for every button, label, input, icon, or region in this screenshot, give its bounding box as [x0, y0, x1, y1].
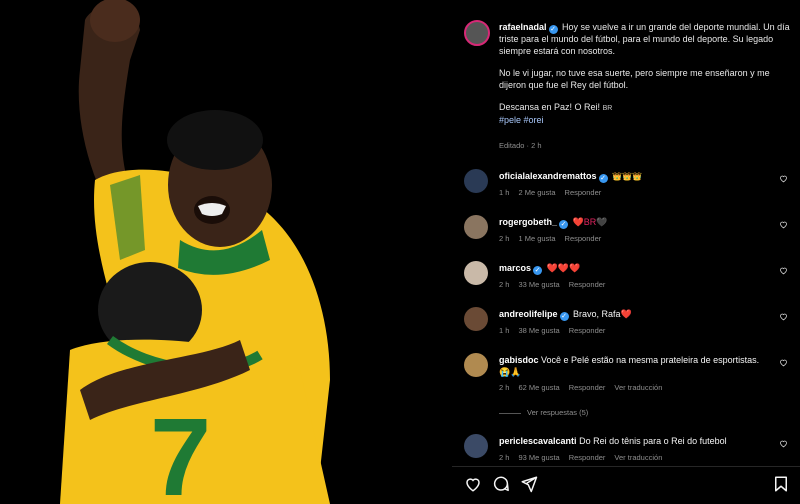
- comment-likes[interactable]: 38 Me gusta: [518, 326, 559, 335]
- commenter-avatar[interactable]: [464, 434, 488, 458]
- commenter-username[interactable]: oficialalexandremattos: [499, 171, 597, 181]
- reply-button[interactable]: Responder: [569, 280, 606, 289]
- reply-button[interactable]: Responder: [565, 234, 602, 243]
- post-photo: 7: [0, 0, 452, 504]
- commenter-username[interactable]: marcos: [499, 263, 531, 273]
- heart-outline-icon[interactable]: [779, 220, 788, 229]
- comment-icon[interactable]: [492, 475, 510, 493]
- verified-badge-icon: ✓: [598, 174, 608, 183]
- comment-time: 2 h: [499, 453, 510, 462]
- commenter-avatar[interactable]: [464, 169, 488, 193]
- share-icon[interactable]: [520, 475, 538, 493]
- comment-text: 👑👑👑: [612, 172, 642, 181]
- reply-button[interactable]: Responder: [569, 453, 606, 462]
- heart-outline-icon[interactable]: [779, 358, 788, 367]
- translate-button[interactable]: Ver traducción: [614, 383, 662, 392]
- caption-paragraph-2: No le vi jugar, no tuve esa suerte, pero…: [499, 68, 770, 90]
- comment-text: Você e Pelé estão na mesma prateleira de…: [499, 355, 760, 377]
- view-replies-link[interactable]: Ver respuestas (5): [499, 408, 588, 417]
- comment-likes[interactable]: 2 Me gusta: [518, 188, 555, 197]
- comment-time: 2 h: [499, 280, 510, 289]
- verified-badge-icon: ✓: [548, 25, 558, 34]
- reply-button[interactable]: Responder: [565, 188, 602, 197]
- comment-text: Do Rei do tênis para o Rei do futebol: [579, 436, 727, 446]
- brazil-flag-icon: BR: [602, 105, 613, 112]
- reply-button[interactable]: Responder: [569, 383, 606, 392]
- commenter-avatar[interactable]: [464, 307, 488, 331]
- comment-likes[interactable]: 1 Me gusta: [518, 234, 555, 243]
- comment-text: Bravo, Rafa❤️: [573, 309, 632, 319]
- edited-timestamp: Editado · 2 h: [499, 141, 542, 150]
- author-avatar[interactable]: [464, 20, 490, 46]
- post-image: 7: [0, 0, 452, 504]
- comment-time: 1 h: [499, 326, 510, 335]
- heart-outline-icon[interactable]: [779, 174, 788, 183]
- replies-divider: [499, 412, 521, 414]
- hashtags[interactable]: #pele #orei: [499, 115, 544, 125]
- post-action-bar: [452, 466, 800, 504]
- comment-likes[interactable]: 93 Me gusta: [518, 453, 559, 462]
- comment-time: 1 h: [499, 188, 510, 197]
- like-icon[interactable]: [464, 475, 482, 493]
- commenter-avatar[interactable]: [464, 353, 488, 377]
- commenter-username[interactable]: andreolifelipe: [499, 309, 558, 319]
- comments-panel: rafaelnadal ✓ Hoy se vuelve a ir un grand…: [452, 0, 800, 504]
- verified-badge-icon: ✓: [559, 312, 569, 321]
- comment-time: 2 h: [499, 234, 510, 243]
- caption-paragraph-3: Descansa en Paz! O Rei! BR: [499, 102, 613, 112]
- translate-button[interactable]: Ver traducción: [614, 453, 662, 462]
- commenter-avatar[interactable]: [464, 215, 488, 239]
- commenter-avatar[interactable]: [464, 261, 488, 285]
- comment-text: ❤️BR🖤: [572, 217, 608, 227]
- verified-badge-icon: ✓: [559, 220, 569, 229]
- comment-time: 2 h: [499, 383, 510, 392]
- commenter-username[interactable]: rogergobeth_: [499, 217, 557, 227]
- caption: rafaelnadal ✓ Hoy se vuelve a ir un grand…: [499, 22, 791, 126]
- heart-outline-icon[interactable]: [779, 439, 788, 448]
- comment-likes[interactable]: 33 Me gusta: [518, 280, 559, 289]
- comment-likes[interactable]: 62 Me gusta: [518, 383, 559, 392]
- comment-text: ❤️❤️❤️: [546, 263, 581, 273]
- commenter-username[interactable]: gabisdoc: [499, 355, 539, 365]
- commenter-username[interactable]: periclescavalcanti: [499, 436, 577, 446]
- verified-badge-icon: ✓: [533, 266, 543, 275]
- save-icon[interactable]: [772, 475, 790, 493]
- heart-outline-icon[interactable]: [779, 266, 788, 275]
- reply-button[interactable]: Responder: [569, 326, 606, 335]
- author-username[interactable]: rafaelnadal: [499, 22, 547, 32]
- heart-outline-icon[interactable]: [779, 312, 788, 321]
- svg-text:7: 7: [150, 396, 211, 504]
